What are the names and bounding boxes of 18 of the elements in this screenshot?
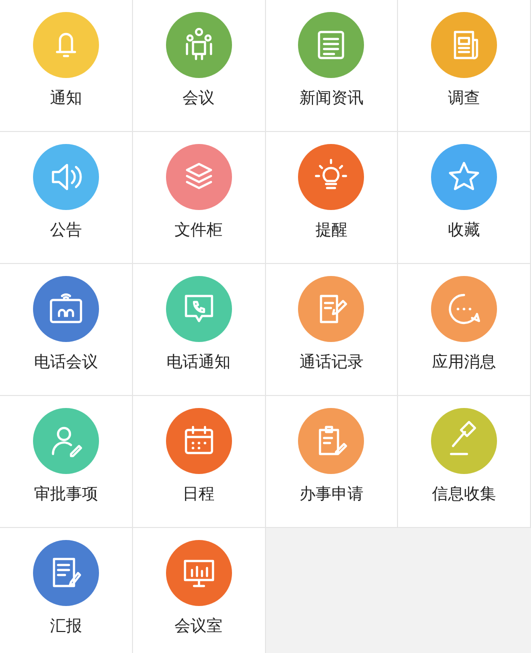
app-tile[interactable]: 应用消息 <box>398 264 531 396</box>
app-tile[interactable]: 通话记录 <box>266 264 398 396</box>
app-tile[interactable]: 调查 <box>398 0 531 132</box>
app-tile[interactable]: 公告 <box>0 132 133 264</box>
app-tile[interactable]: 汇报 <box>0 528 133 653</box>
app-tile[interactable]: 会议 <box>132 0 266 132</box>
app-tile[interactable]: 会议室 <box>132 528 266 653</box>
app-tile[interactable]: 日程 <box>132 396 266 528</box>
app-tile[interactable]: 办事申请 <box>266 396 398 528</box>
app-tile[interactable]: 电话会议 <box>0 264 133 396</box>
app-tile[interactable]: 收藏 <box>398 132 531 264</box>
app-tile[interactable]: 文件柜 <box>132 132 266 264</box>
app-tile[interactable]: 审批事项 <box>0 396 133 528</box>
app-tile[interactable]: 提醒 <box>266 132 398 264</box>
app-tile[interactable]: 电话通知 <box>132 264 266 396</box>
app-tile[interactable]: 通知 <box>0 0 133 132</box>
app-tile[interactable]: 信息收集 <box>398 396 531 528</box>
app-tile[interactable]: 新闻资讯 <box>266 0 398 132</box>
